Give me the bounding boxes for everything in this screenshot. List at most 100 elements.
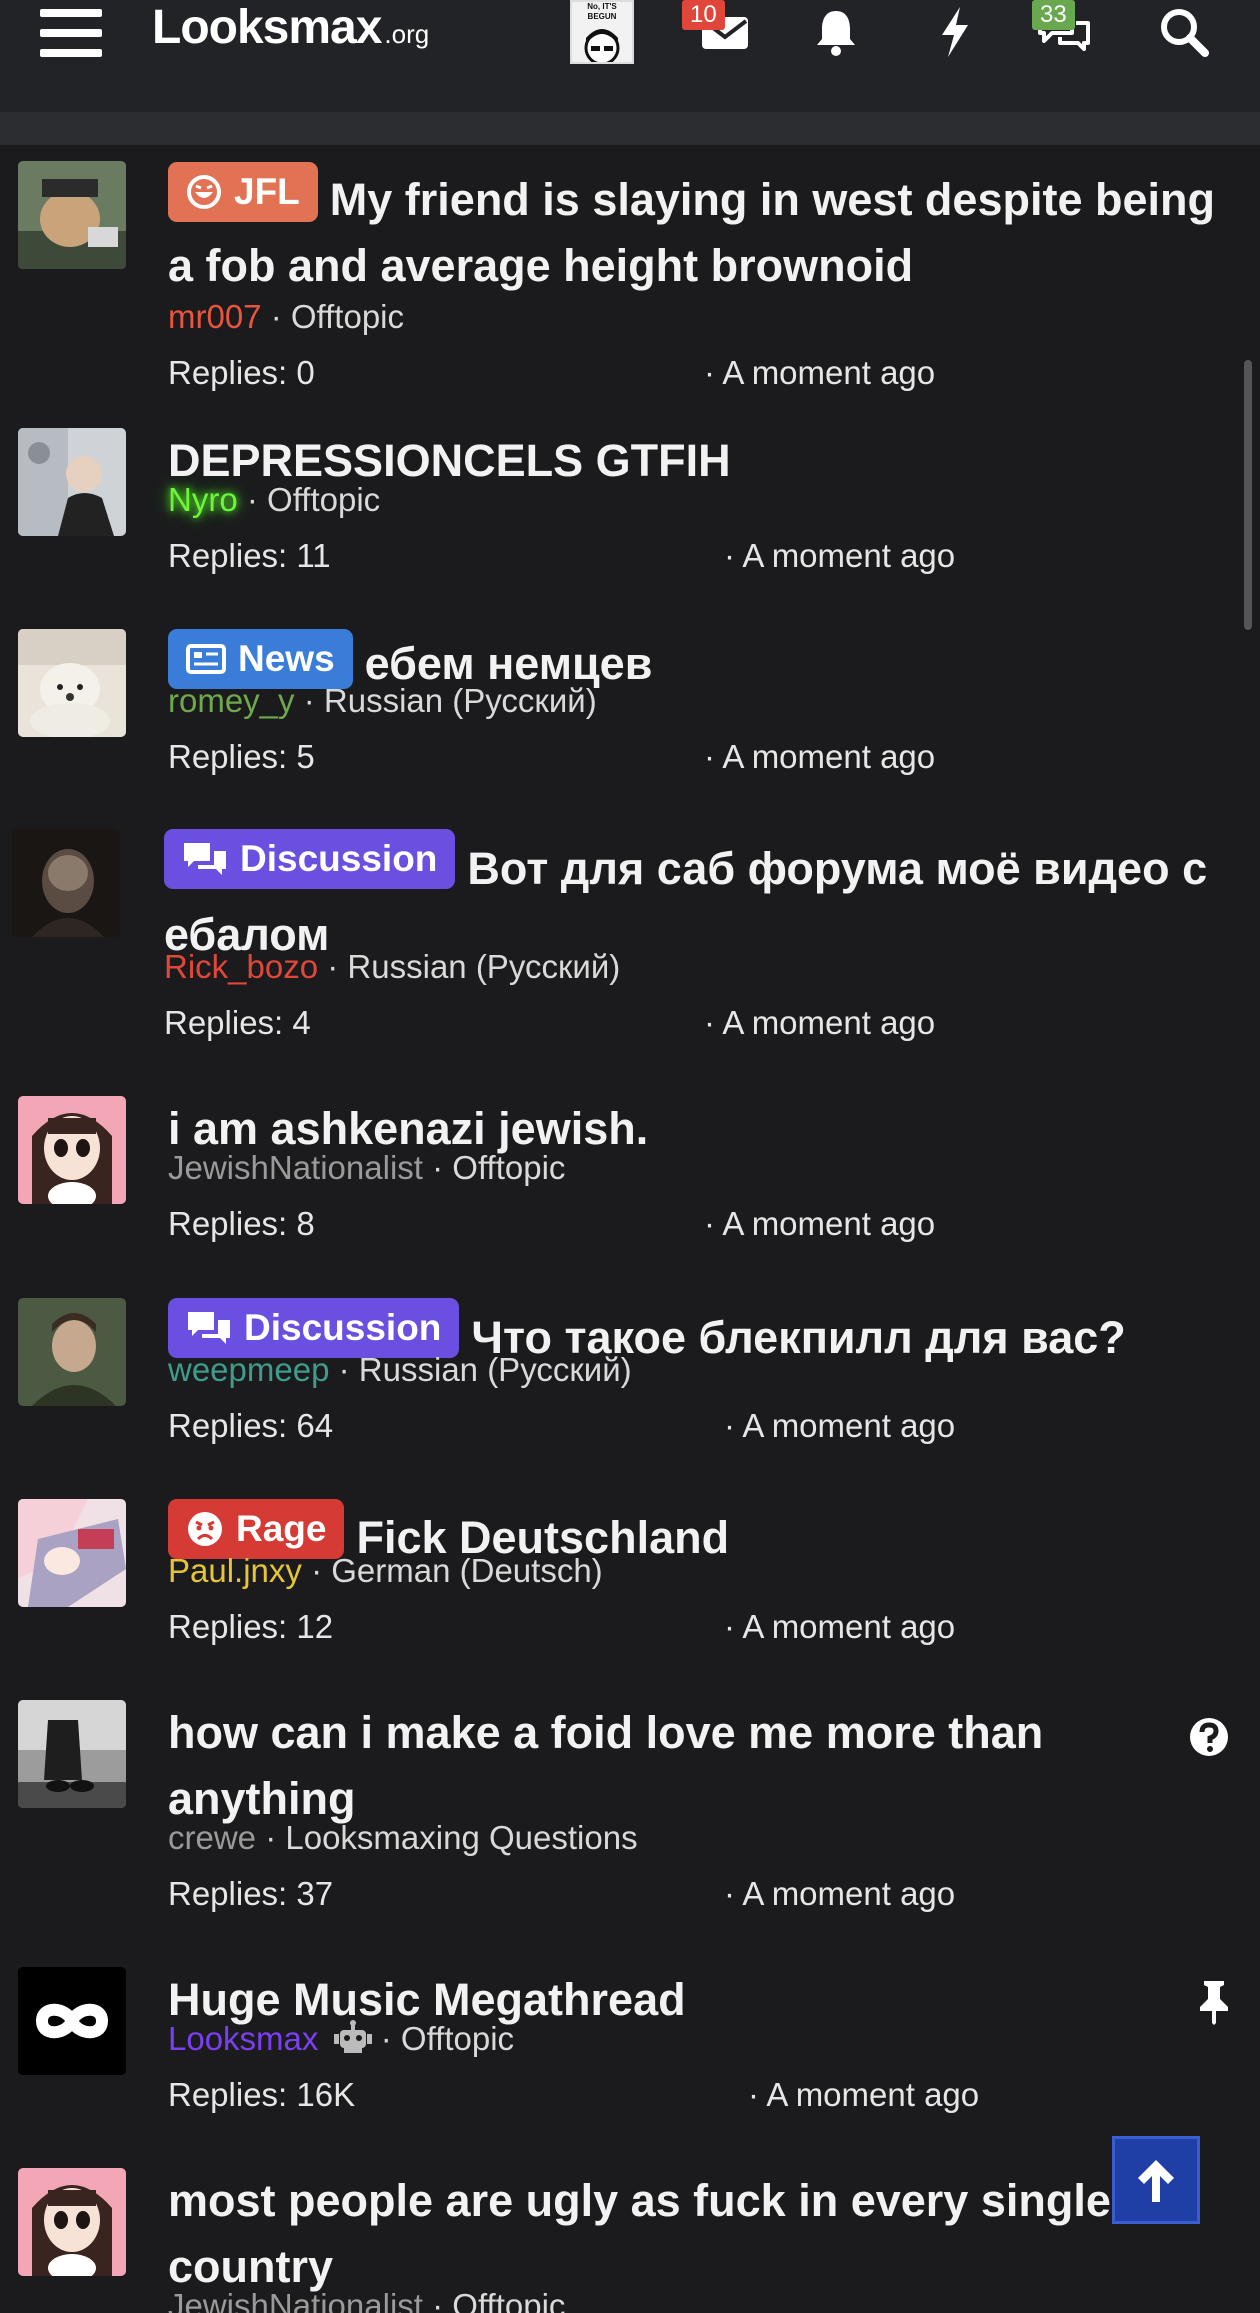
meta-separator: · bbox=[338, 1351, 350, 1388]
author-link[interactable]: Paul.jnxy bbox=[168, 1552, 302, 1589]
messages-count-badge: 10 bbox=[682, 0, 725, 30]
thread-meta: Paul.jnxy · German (Deutsch) bbox=[168, 1549, 603, 1593]
forum-link[interactable]: Russian (Русский) bbox=[324, 682, 597, 719]
bell-icon[interactable] bbox=[808, 0, 864, 64]
forum-link[interactable]: Looksmaxing Questions bbox=[285, 1819, 637, 1856]
laugh-icon bbox=[187, 175, 221, 209]
avatar[interactable] bbox=[18, 428, 126, 536]
author-link[interactable]: crewe bbox=[168, 1819, 256, 1856]
thread-meta: mr007 · Offtopic bbox=[168, 295, 404, 339]
author-link[interactable]: JewishNationalist bbox=[168, 1149, 423, 1186]
forum-link[interactable]: Russian (Русский) bbox=[347, 948, 620, 985]
meta-separator: · bbox=[246, 481, 258, 518]
thread-replies: Replies: 37 bbox=[168, 1875, 334, 1912]
nav-bottom-band bbox=[0, 112, 1260, 145]
account-avatar[interactable]: No, IT'S BEGUN bbox=[570, 0, 634, 64]
comments-icon bbox=[184, 843, 226, 875]
prefix-label: JFL bbox=[234, 171, 300, 212]
thread-replies: Replies: 0 bbox=[168, 354, 315, 391]
meta-separator: · bbox=[311, 1552, 323, 1589]
meta-separator: · bbox=[270, 298, 282, 335]
forum-link[interactable]: Offtopic bbox=[452, 1149, 565, 1186]
thread-last-post-time[interactable]: · A moment ago bbox=[724, 534, 955, 578]
forum-link[interactable]: Offtopic bbox=[291, 298, 404, 335]
meta-separator: · bbox=[303, 682, 315, 719]
scrollbar[interactable] bbox=[1244, 360, 1252, 630]
thread-last-post-time[interactable]: · A moment ago bbox=[704, 1202, 935, 1246]
avatar[interactable] bbox=[18, 1298, 126, 1406]
thread-title[interactable]: how can i make a foid love me more than … bbox=[168, 1700, 1228, 1832]
forum-link[interactable]: Russian (Русский) bbox=[359, 1351, 632, 1388]
thread-replies: Replies: 5 bbox=[168, 738, 315, 775]
avatar[interactable] bbox=[18, 2168, 126, 2276]
logo-main-text: Looksmax bbox=[152, 1, 382, 54]
author-link[interactable]: JewishNationalist bbox=[168, 2287, 423, 2313]
forum-link[interactable]: Offtopic bbox=[401, 2020, 514, 2057]
avatar-caption: No, IT'S BEGUN bbox=[587, 2, 617, 21]
angry-face-icon bbox=[188, 1512, 222, 1546]
menu-icon[interactable] bbox=[40, 5, 102, 61]
arrow-up-icon bbox=[1138, 2160, 1174, 2202]
conversations-count-badge: 33 bbox=[1032, 0, 1075, 30]
author-link[interactable]: Nyro bbox=[168, 481, 238, 518]
thread-meta: JewishNationalist · Offtopic bbox=[168, 1146, 565, 1190]
thread-meta: Nyro · Offtopic bbox=[168, 478, 380, 522]
thread-meta: weepmeep · Russian (Русский) bbox=[168, 1348, 632, 1392]
thread-last-post-time[interactable]: · A moment ago bbox=[704, 351, 935, 395]
avatar[interactable] bbox=[18, 1499, 126, 1607]
thread-last-post-time[interactable]: · A moment ago bbox=[704, 1001, 935, 1045]
thread-meta: Rick_bozo · Russian (Русский) bbox=[164, 945, 620, 989]
author-link[interactable]: Looksmax bbox=[168, 2020, 318, 2057]
thread-title[interactable]: most people are ugly as fuck in every si… bbox=[168, 2168, 1228, 2300]
thread-replies: Replies: 12 bbox=[168, 1608, 334, 1645]
thread-last-post-time[interactable]: · A moment ago bbox=[724, 1605, 955, 1649]
thread-meta: Looksmax · Offtopic bbox=[168, 2017, 514, 2065]
thread-last-post-time[interactable]: · A moment ago bbox=[748, 2073, 979, 2117]
thread-last-post-time[interactable]: · A moment ago bbox=[704, 735, 935, 779]
thread-replies: Replies: 11 bbox=[168, 537, 331, 574]
search-icon[interactable] bbox=[1152, 0, 1216, 64]
meta-separator: · bbox=[432, 1149, 444, 1186]
thread-meta: crewe · Looksmaxing Questions bbox=[168, 1816, 638, 1860]
site-logo[interactable]: Looksmax .org bbox=[152, 0, 429, 60]
thread-title-text: most people are ugly as fuck in every si… bbox=[168, 2175, 1111, 2292]
thread-replies: Replies: 8 bbox=[168, 1205, 315, 1242]
forum-link[interactable]: German (Deutsch) bbox=[331, 1552, 602, 1589]
question-icon bbox=[1188, 1716, 1230, 1763]
scroll-to-top-button[interactable] bbox=[1112, 2136, 1200, 2224]
meta-separator: · bbox=[265, 1819, 277, 1856]
newspaper-icon bbox=[186, 644, 226, 674]
author-link[interactable]: mr007 bbox=[168, 298, 262, 335]
thread-replies: Replies: 4 bbox=[164, 1004, 311, 1041]
thread-replies: Replies: 64 bbox=[168, 1407, 334, 1444]
forum-link[interactable]: Offtopic bbox=[452, 2287, 565, 2313]
pin-icon bbox=[1196, 1979, 1232, 2030]
thread-title-text: My friend is slaying in west despite bei… bbox=[168, 174, 1215, 291]
author-link[interactable]: Rick_bozo bbox=[164, 948, 318, 985]
prefix-badge-jfl[interactable]: JFL bbox=[168, 162, 318, 222]
author-link[interactable]: weepmeep bbox=[168, 1351, 329, 1388]
logo-tld-text: .org bbox=[384, 19, 430, 49]
avatar[interactable] bbox=[18, 1967, 126, 2075]
avatar[interactable] bbox=[12, 829, 120, 937]
avatar[interactable] bbox=[18, 161, 126, 269]
avatar[interactable] bbox=[18, 629, 126, 737]
meta-separator: · bbox=[380, 2020, 392, 2057]
thread-last-post-time[interactable]: · A moment ago bbox=[724, 1872, 955, 1916]
meta-separator: · bbox=[432, 2287, 444, 2313]
thread-last-post-time[interactable]: · A moment ago bbox=[724, 1404, 955, 1448]
top-nav-bar: Looksmax .org No, IT'S BEGUN 10 33 bbox=[0, 0, 1260, 145]
forum-link[interactable]: Offtopic bbox=[267, 481, 380, 518]
thread-replies: Replies: 16K bbox=[168, 2076, 356, 2113]
thread-meta: romey_y · Russian (Русский) bbox=[168, 679, 597, 723]
prefix-badge-discussion[interactable]: Discussion bbox=[164, 829, 456, 889]
meta-separator: · bbox=[327, 948, 339, 985]
lightning-icon[interactable] bbox=[930, 0, 980, 64]
robot-icon bbox=[333, 2020, 372, 2065]
prefix-label: Discussion bbox=[240, 838, 438, 879]
author-link[interactable]: romey_y bbox=[168, 682, 295, 719]
avatar[interactable] bbox=[18, 1096, 126, 1204]
comments-icon bbox=[188, 1312, 230, 1344]
thread-title[interactable]: JFL My friend is slaying in west despite… bbox=[168, 162, 1228, 299]
avatar[interactable] bbox=[18, 1700, 126, 1808]
